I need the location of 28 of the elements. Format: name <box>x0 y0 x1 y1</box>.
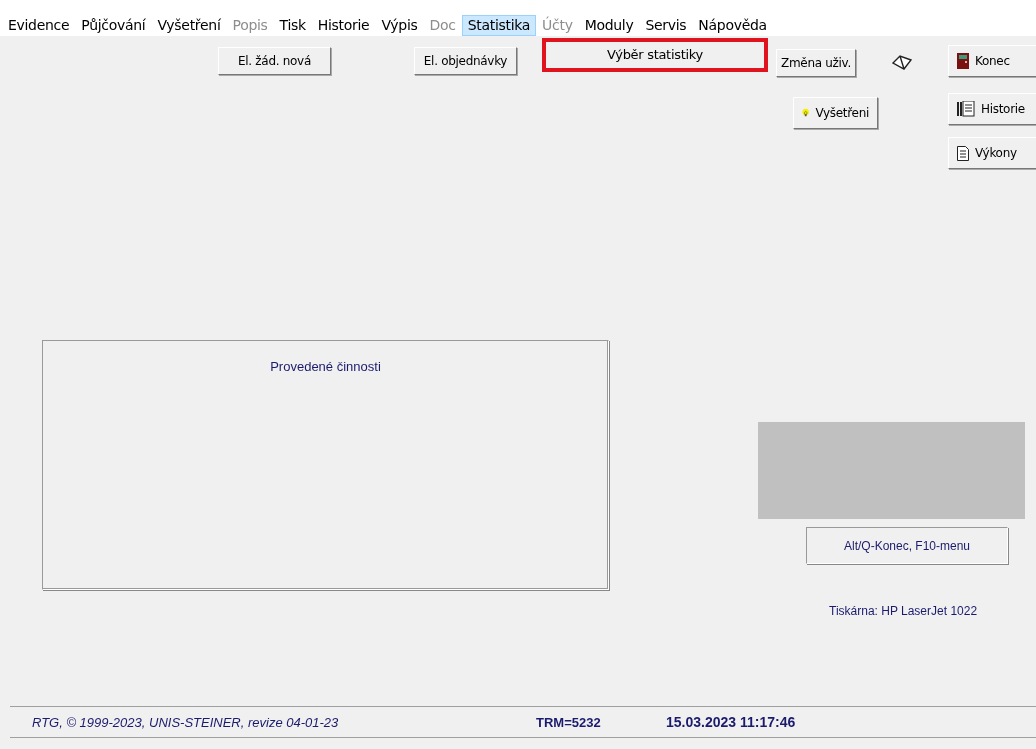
door-icon <box>957 53 969 69</box>
shortcut-hint: Alt/Q-Konec, F10-menu <box>806 527 1008 564</box>
form-button[interactable]: Změna uživ. <box>776 49 856 77</box>
printer-label: Tiskárna: HP LaserJet 1022 <box>829 604 978 618</box>
document-icon <box>957 145 969 161</box>
menu-item[interactable]: Půjčování <box>75 15 152 36</box>
form-button[interactable]: Výkony <box>948 137 1036 169</box>
form-button[interactable]: El. objednávky <box>414 47 517 75</box>
menu-item[interactable]: Statistika <box>461 15 537 36</box>
menu-item[interactable]: Výpis <box>375 15 424 36</box>
terminal-id: TRM=5232 <box>536 714 602 730</box>
form-button[interactable]: Konec <box>948 45 1036 77</box>
form-button[interactable]: El. žád. nová <box>218 47 331 75</box>
menu-item[interactable]: Historie <box>311 15 376 36</box>
menu-item[interactable]: Výběr statistiky <box>542 38 768 72</box>
menu-item[interactable]: Nápověda <box>692 15 773 36</box>
date-time: 15.03.2023 11:17:46 <box>666 714 796 730</box>
documents-icon <box>957 101 975 117</box>
book-icon[interactable] <box>892 55 912 71</box>
menu-item[interactable]: Moduly <box>578 15 640 36</box>
panel-title: Provedené činnosti <box>269 359 382 374</box>
menu-item[interactable]: Servis <box>639 15 693 36</box>
copyright-text: RTG, © 1999-2023, UNIS-STEINER, revize 04-01-23 <box>32 714 340 730</box>
form-button[interactable]: Historie <box>948 93 1036 125</box>
menu-item[interactable]: Vyšetření <box>151 15 227 36</box>
form-button[interactable]: Vyšetřeni <box>793 97 878 129</box>
menu-item[interactable]: Evidence <box>2 15 76 36</box>
menu-item[interactable]: Tisk <box>273 15 312 36</box>
